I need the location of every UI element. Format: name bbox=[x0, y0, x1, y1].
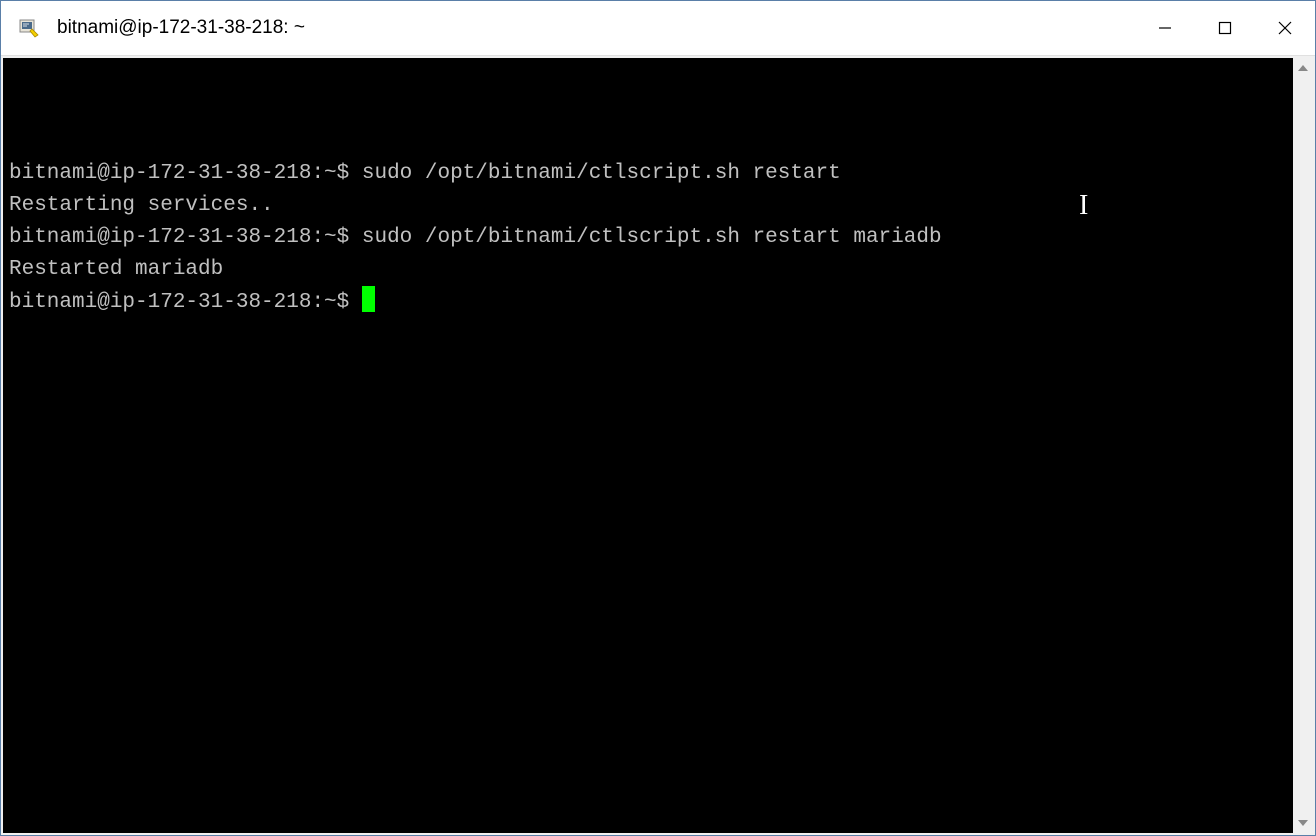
window-controls bbox=[1135, 1, 1315, 55]
scroll-track[interactable] bbox=[1293, 78, 1313, 813]
terminal-line: bitnami@ip-172-31-38-218:~$ bbox=[9, 286, 1287, 319]
terminal-cursor bbox=[362, 286, 375, 312]
command: sudo /opt/bitnami/ctlscript.sh restart bbox=[362, 162, 841, 185]
terminal-line: Restarting services.. bbox=[9, 190, 1287, 222]
main-area: I bitnami@ip-172-31-38-218:~$ sudo /opt/… bbox=[1, 56, 1315, 835]
output: Restarting services.. bbox=[9, 194, 274, 217]
scroll-up-arrow[interactable] bbox=[1293, 58, 1313, 78]
close-button[interactable] bbox=[1255, 1, 1315, 55]
command: sudo /opt/bitnami/ctlscript.sh restart m… bbox=[362, 226, 942, 249]
maximize-button[interactable] bbox=[1195, 1, 1255, 55]
scrollbar[interactable] bbox=[1293, 58, 1313, 833]
prompt: bitnami@ip-172-31-38-218:~$ bbox=[9, 226, 362, 249]
output: Restarted mariadb bbox=[9, 258, 223, 281]
terminal[interactable]: I bitnami@ip-172-31-38-218:~$ sudo /opt/… bbox=[3, 58, 1293, 833]
titlebar[interactable]: bitnami@ip-172-31-38-218: ~ bbox=[1, 1, 1315, 56]
putty-icon bbox=[17, 16, 41, 40]
prompt: bitnami@ip-172-31-38-218:~$ bbox=[9, 291, 362, 314]
terminal-line: bitnami@ip-172-31-38-218:~$ sudo /opt/bi… bbox=[9, 222, 1287, 254]
terminal-line: Restarted mariadb bbox=[9, 254, 1287, 286]
minimize-button[interactable] bbox=[1135, 1, 1195, 55]
window-title: bitnami@ip-172-31-38-218: ~ bbox=[57, 17, 1135, 39]
terminal-line: bitnami@ip-172-31-38-218:~$ sudo /opt/bi… bbox=[9, 158, 1287, 190]
prompt: bitnami@ip-172-31-38-218:~$ bbox=[9, 162, 362, 185]
scroll-down-arrow[interactable] bbox=[1293, 813, 1313, 833]
